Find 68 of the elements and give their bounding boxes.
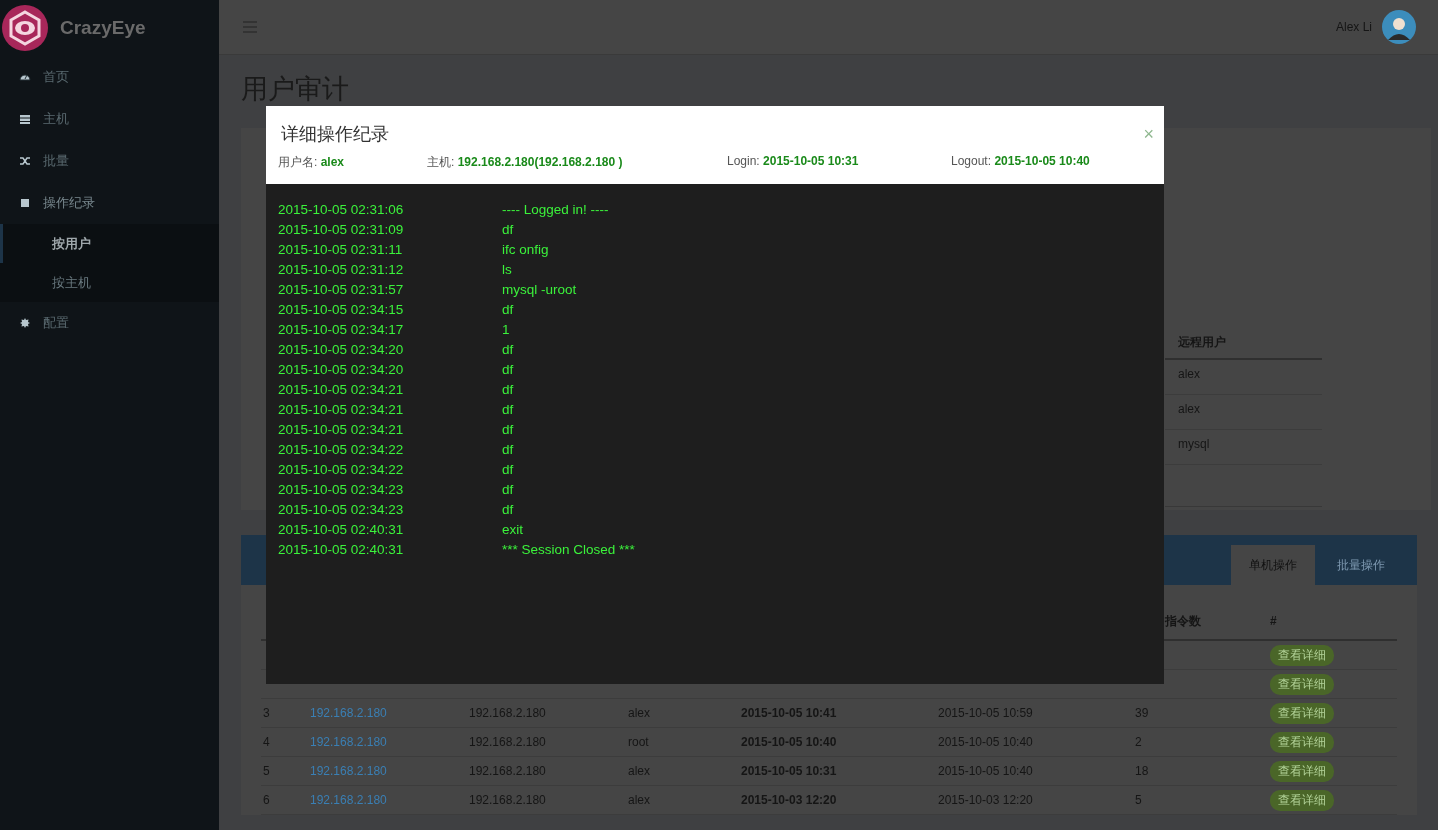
log-time: 2015-10-05 02:34:17 bbox=[278, 321, 405, 339]
close-button[interactable]: × bbox=[1143, 125, 1154, 143]
log-time: 2015-10-05 02:34:21 bbox=[278, 401, 405, 419]
log-time: 2015-10-05 02:31:09 bbox=[278, 221, 405, 239]
log-command: df bbox=[502, 501, 514, 519]
server-icon bbox=[19, 113, 31, 125]
log-time: 2015-10-05 02:34:15 bbox=[278, 301, 405, 319]
sidebar-item[interactable]: 首页 bbox=[0, 56, 219, 98]
log-command: ls bbox=[502, 261, 512, 279]
details-button[interactable]: 查看详细 bbox=[1270, 702, 1334, 724]
log-command: exit bbox=[502, 521, 523, 539]
log-time: 2015-10-05 02:31:06 bbox=[278, 201, 405, 219]
log-command: df bbox=[502, 361, 514, 379]
log-command: df bbox=[502, 381, 514, 399]
avatar[interactable] bbox=[1382, 10, 1416, 44]
log-command: df bbox=[502, 461, 514, 479]
host-link[interactable]: 192.168.2.180 bbox=[310, 706, 387, 720]
sidebar-item[interactable]: 批量 bbox=[0, 140, 219, 182]
log-time: 2015-10-05 02:34:20 bbox=[278, 341, 405, 359]
log-command: ifc onfig bbox=[502, 241, 549, 259]
log-time: 2015-10-05 02:34:22 bbox=[278, 441, 405, 459]
log-time: 2015-10-05 02:34:23 bbox=[278, 501, 405, 519]
log-time: 2015-10-05 02:34:22 bbox=[278, 461, 405, 479]
log-command: df bbox=[502, 341, 514, 359]
log-time: 2015-10-05 02:40:31 bbox=[278, 521, 405, 539]
log-command: *** Session Closed *** bbox=[502, 541, 635, 559]
sidebar-item[interactable]: 操作纪录 bbox=[0, 182, 219, 224]
eye-logo-icon bbox=[2, 5, 48, 51]
details-button[interactable]: 查看详细 bbox=[1270, 673, 1334, 695]
sidebar-item[interactable]: 主机 bbox=[0, 98, 219, 140]
log-time: 2015-10-05 02:34:20 bbox=[278, 361, 405, 379]
log-command: df bbox=[502, 301, 514, 319]
tab[interactable]: 批量操作 bbox=[1319, 545, 1403, 585]
details-button[interactable]: 查看详细 bbox=[1270, 789, 1334, 811]
gear-icon bbox=[19, 317, 31, 329]
session-info: 用户名: alex bbox=[278, 154, 346, 171]
modal-title: 详细操作纪录 bbox=[280, 123, 389, 146]
log-command: df bbox=[502, 221, 514, 239]
log-time: 2015-10-05 02:31:11 bbox=[278, 241, 404, 259]
session-info: Logout: 2015-10-05 10:40 bbox=[951, 154, 1090, 170]
log-command: mysql -uroot bbox=[502, 281, 577, 299]
details-button[interactable]: 查看详细 bbox=[1270, 644, 1334, 666]
dashboard-icon bbox=[19, 71, 31, 83]
log-time: 2015-10-05 02:31:12 bbox=[278, 261, 405, 279]
sidebar-item[interactable]: 配置 bbox=[0, 302, 219, 344]
brand-name: CrazyEye bbox=[60, 17, 146, 39]
log-time: 2015-10-05 02:40:31 bbox=[278, 541, 405, 559]
session-info: 主机: 192.168.2.180(192.168.2.180 ) bbox=[427, 154, 624, 171]
shuffle-icon bbox=[19, 155, 31, 167]
log-time: 2015-10-05 02:34:21 bbox=[278, 421, 405, 439]
log-command: df bbox=[502, 481, 514, 499]
column-header: # bbox=[1270, 614, 1277, 628]
host-link[interactable]: 192.168.2.180 bbox=[310, 735, 387, 749]
host-link[interactable]: 192.168.2.180 bbox=[310, 764, 387, 778]
log-command: df bbox=[502, 441, 514, 459]
session-info: Login: 2015-10-05 10:31 bbox=[727, 154, 860, 170]
log-time: 2015-10-05 02:34:21 bbox=[278, 381, 405, 399]
log-time: 2015-10-05 02:31:57 bbox=[278, 281, 405, 299]
log-command: ---- Logged in! ---- bbox=[502, 201, 609, 219]
details-button[interactable]: 查看详细 bbox=[1270, 760, 1334, 782]
details-button[interactable]: 查看详细 bbox=[1270, 731, 1334, 753]
host-link[interactable]: 192.168.2.180 bbox=[310, 793, 387, 807]
log-time: 2015-10-05 02:34:23 bbox=[278, 481, 405, 499]
log-command: df bbox=[502, 421, 514, 439]
sidebar-subitem[interactable]: 按主机 bbox=[0, 263, 219, 302]
log-command: df bbox=[502, 401, 514, 419]
sidebar-subitem[interactable]: 按用户 bbox=[0, 224, 219, 263]
log-command: 1 bbox=[502, 321, 510, 339]
